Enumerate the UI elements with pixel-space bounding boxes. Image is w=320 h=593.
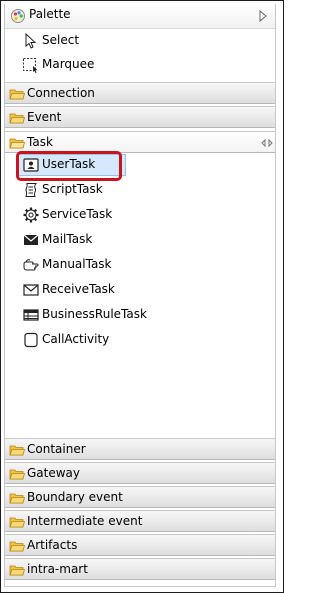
folder-icon (9, 493, 25, 504)
open-folder-icon (9, 138, 25, 149)
tool-select[interactable]: Select (5, 29, 275, 53)
drawer-intermediate-event[interactable]: Intermediate event (5, 510, 275, 532)
drawer-connection[interactable]: Connection (5, 82, 275, 104)
drawer-event-label: Event (27, 110, 62, 124)
tool-marquee[interactable]: Marquee (5, 53, 275, 77)
palette-panel: Palette Select Marquee Connection Event (4, 4, 276, 587)
tool-select-label: Select (42, 33, 80, 47)
palette-icon (11, 9, 25, 23)
drawer-gateway[interactable]: Gateway (5, 462, 275, 484)
entry-call-activity[interactable]: CallActivity (18, 329, 126, 351)
mail-task-icon (23, 234, 39, 245)
collapse-palette-icon[interactable] (258, 10, 268, 22)
tool-marquee-label: Marquee (42, 57, 95, 71)
selection-highlight-box (16, 151, 122, 181)
entry-manual-task[interactable]: ManualTask (18, 254, 126, 276)
entry-script-task[interactable]: ScriptTask (18, 179, 126, 201)
marquee-icon (23, 58, 38, 73)
call-activity-icon (24, 332, 38, 348)
entry-service-task-label: ServiceTask (42, 207, 113, 221)
entry-business-rule-task[interactable]: BusinessRuleTask (18, 304, 147, 326)
drawer-event[interactable]: Event (5, 106, 275, 128)
receive-task-icon (23, 284, 39, 296)
entry-call-activity-label: CallActivity (42, 332, 110, 346)
arrow-cursor-icon (25, 33, 37, 49)
drawer-task-label: Task (27, 135, 53, 149)
folder-icon (9, 113, 25, 124)
drawer-artifacts-label: Artifacts (27, 538, 78, 552)
drawer-intra-mart[interactable]: intra-mart (5, 558, 275, 580)
drawer-gateway-label: Gateway (27, 466, 81, 480)
entry-receive-task[interactable]: ReceiveTask (18, 279, 126, 301)
folder-icon (9, 445, 25, 456)
drawer-artifacts[interactable]: Artifacts (5, 534, 275, 556)
palette-header[interactable]: Palette (5, 4, 275, 29)
entry-mail-task-label: MailTask (42, 232, 93, 246)
drawer-boundary-event[interactable]: Boundary event (5, 486, 275, 508)
drawer-container-label: Container (27, 442, 86, 456)
drawer-intra-mart-label: intra-mart (27, 562, 88, 576)
palette-title: Palette (29, 7, 71, 21)
service-task-icon (23, 207, 39, 223)
drawer-container[interactable]: Container (5, 438, 275, 460)
folder-icon (9, 89, 25, 100)
entry-script-task-label: ScriptTask (42, 182, 103, 196)
entry-mail-task[interactable]: MailTask (18, 229, 126, 251)
folder-icon (9, 469, 25, 480)
entry-service-task[interactable]: ServiceTask (18, 204, 126, 226)
folder-icon (9, 517, 25, 528)
entry-manual-task-label: ManualTask (42, 257, 112, 271)
manual-task-icon (23, 259, 39, 271)
pin-drawer-icon[interactable] (261, 138, 273, 148)
drawer-task[interactable]: Task (5, 131, 275, 153)
entry-business-rule-task-label: BusinessRuleTask (42, 307, 147, 321)
business-rule-task-icon (23, 309, 39, 321)
folder-icon (9, 565, 25, 576)
drawer-connection-label: Connection (27, 86, 95, 100)
drawer-intermediate-event-label: Intermediate event (27, 514, 143, 528)
palette-window: Palette Select Marquee Connection Event (0, 0, 284, 593)
folder-icon (9, 541, 25, 552)
entry-receive-task-label: ReceiveTask (42, 282, 115, 296)
script-task-icon (25, 183, 38, 197)
drawer-boundary-event-label: Boundary event (27, 490, 123, 504)
